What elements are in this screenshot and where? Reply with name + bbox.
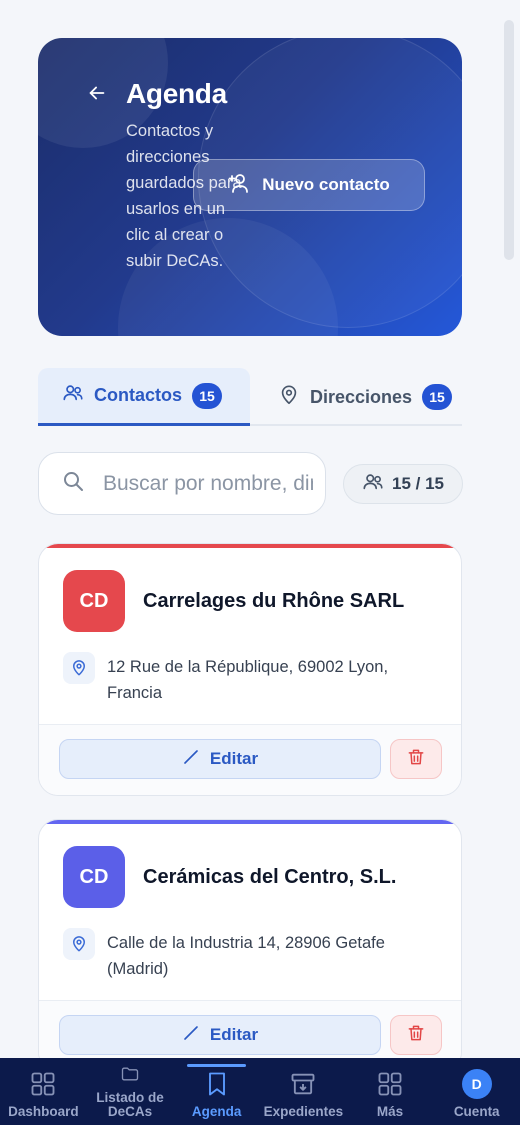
pencil-icon bbox=[182, 748, 200, 771]
map-pin-icon bbox=[63, 928, 95, 960]
folder-icon bbox=[120, 1064, 140, 1091]
trash-icon bbox=[406, 1023, 426, 1048]
contact-name: Cerámicas del Centro, S.L. bbox=[143, 866, 397, 888]
tab-addresses-count: 15 bbox=[422, 384, 453, 410]
map-pin-icon bbox=[278, 384, 300, 411]
agenda-tabs: Contactos 15 Direcciones 15 bbox=[38, 368, 462, 426]
back-arrow-icon[interactable] bbox=[86, 82, 108, 104]
account-avatar: D bbox=[461, 1069, 492, 1099]
nav-more[interactable]: Más bbox=[347, 1058, 434, 1125]
edit-label: Editar bbox=[209, 1025, 259, 1044]
edit-button[interactable]: Editar bbox=[59, 739, 381, 779]
contact-address: 12 Rue de la République, 69002 Lyon, Fra… bbox=[107, 658, 389, 702]
nav-decas-list-label: Listado de DeCAs bbox=[96, 1090, 164, 1119]
nav-agenda-label: Agenda bbox=[191, 1104, 242, 1119]
trash-icon bbox=[406, 747, 426, 772]
scrollbar[interactable] bbox=[504, 20, 514, 260]
bottom-navigation: Dashboard Listado de DeCAs Agenda Expedi… bbox=[0, 1058, 520, 1125]
tab-contacts-count: 15 bbox=[192, 382, 223, 409]
add-user-icon bbox=[228, 171, 252, 200]
agenda-page: Agenda Contactos y direcciones guardados… bbox=[0, 0, 520, 1125]
contact-address: Calle de la Industria 14, 28906 Getafe (… bbox=[107, 934, 385, 978]
contact-avatar: CD bbox=[63, 846, 125, 908]
pencil-icon bbox=[182, 1024, 200, 1047]
nav-expedientes-label: Expedientes bbox=[263, 1104, 344, 1119]
dashboard-icon bbox=[29, 1070, 57, 1105]
nav-more-label: Más bbox=[376, 1104, 404, 1119]
results-count-pill: 15 / 15 bbox=[343, 464, 463, 504]
card-accent bbox=[39, 544, 461, 548]
results-count: 15 / 15 bbox=[392, 474, 444, 493]
contact-card[interactable]: CD Carrelages du Rhône SARL 12 Rue de la… bbox=[38, 543, 462, 796]
search-box bbox=[38, 452, 326, 515]
delete-button[interactable] bbox=[390, 1015, 442, 1055]
nav-expedientes[interactable]: Expedientes bbox=[260, 1058, 347, 1125]
agenda-hero: Agenda Contactos y direcciones guardados… bbox=[38, 38, 462, 336]
users-icon bbox=[362, 471, 384, 498]
tab-addresses[interactable]: Direcciones 15 bbox=[278, 368, 462, 426]
edit-button[interactable]: Editar bbox=[59, 1015, 381, 1055]
search-input[interactable] bbox=[103, 471, 313, 496]
nav-dashboard[interactable]: Dashboard bbox=[0, 1058, 87, 1125]
contact-card[interactable]: CD Cerámicas del Centro, S.L. Calle de l… bbox=[38, 819, 462, 1072]
page-title: Agenda bbox=[126, 78, 227, 109]
tab-addresses-label: Direcciones bbox=[310, 386, 413, 407]
nav-agenda[interactable]: Agenda bbox=[173, 1058, 260, 1125]
grid-icon bbox=[376, 1070, 404, 1105]
nav-account-label: Cuenta bbox=[453, 1104, 500, 1119]
map-pin-icon bbox=[63, 652, 95, 684]
card-accent bbox=[39, 820, 461, 824]
delete-button[interactable] bbox=[390, 739, 442, 779]
new-contact-label: Nuevo contacto bbox=[262, 175, 390, 194]
nav-dashboard-label: Dashboard bbox=[8, 1104, 79, 1119]
bookmark-icon bbox=[203, 1070, 231, 1105]
search-icon bbox=[39, 469, 85, 498]
new-contact-button[interactable]: Nuevo contacto bbox=[193, 159, 425, 211]
users-icon bbox=[62, 382, 84, 409]
contact-avatar: CD bbox=[63, 570, 125, 632]
tab-contacts-label: Contactos bbox=[94, 385, 183, 405]
nav-decas-list[interactable]: Listado de DeCAs bbox=[87, 1058, 174, 1125]
edit-label: Editar bbox=[209, 749, 259, 768]
nav-account[interactable]: D Cuenta bbox=[433, 1058, 520, 1125]
archive-icon bbox=[289, 1070, 317, 1105]
tab-contacts[interactable]: Contactos 15 bbox=[38, 368, 250, 426]
contact-name: Carrelages du Rhône SARL bbox=[143, 590, 405, 612]
